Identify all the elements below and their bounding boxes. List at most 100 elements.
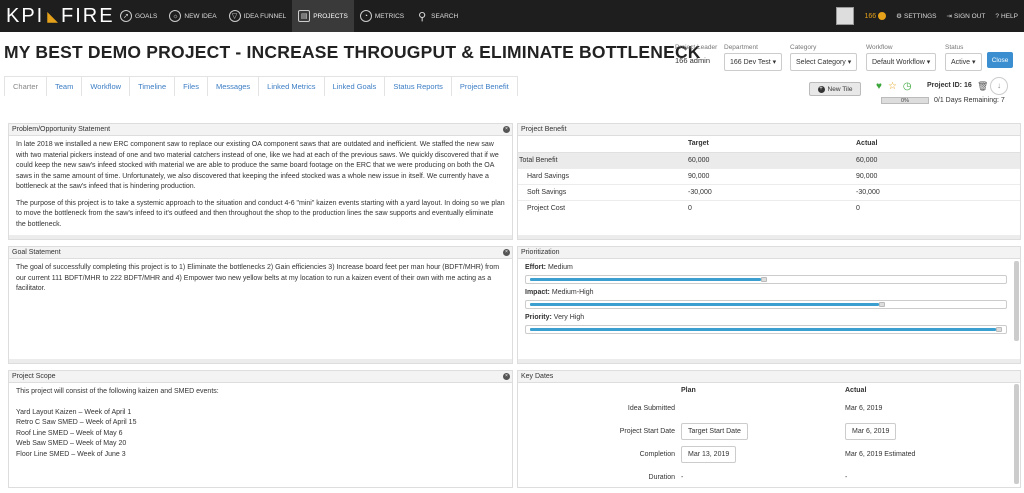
impact-value: Medium-High [551,289,594,296]
effort-label-wrap: Effort: Medium [525,264,1007,271]
goal-statement-body[interactable]: The goal of successfully completing this… [9,259,512,305]
tab-workflow[interactable]: Workflow [81,76,131,96]
nav-metrics[interactable]: ◔ Metrics [354,0,410,32]
close-icon[interactable]: × [503,126,510,133]
row-label: Idea Submitted [627,405,675,412]
list-item: Floor Line SMED – Week of June 3 [16,450,126,458]
prioritization-scrollbar[interactable] [1014,261,1019,341]
effort-label: Effort: [525,264,546,271]
table-row: Duration - - [518,466,1020,487]
impact-handle[interactable] [878,302,885,307]
settings-label: Settings [904,12,937,20]
star-icon[interactable]: ☆ [888,81,897,92]
nav-projects[interactable]: ▤ Projects [292,0,354,32]
project-id: Project ID: 16 [927,82,972,89]
page-title: MY BEST DEMO PROJECT - INCREASE THROUGPU… [4,42,701,62]
kpifire-logo[interactable]: KPI ◣ FIRE [6,0,114,32]
completion-date-input[interactable]: Mar 13, 2019 [681,446,737,463]
funnel-icon: ▽ [228,10,241,22]
nav-new-idea[interactable]: ☼ New Idea [163,0,222,32]
effort-handle[interactable] [761,277,767,282]
tab-team[interactable]: Team [46,76,83,96]
clock-icon[interactable]: ◷ [903,81,912,92]
help-link[interactable]: ? Help [995,13,1018,20]
trash-icon[interactable]: 🗑 [977,81,988,92]
department-label: Department [724,44,758,51]
close-icon[interactable]: × [503,373,510,380]
help-label: Help [1001,12,1018,20]
avatar[interactable] [836,7,855,25]
table-row: Soft Savings -30,000 -30,000 [518,184,1020,201]
table-row: Project Start Date Target Start Date Mar… [518,420,1020,443]
workflow-dropdown[interactable]: Default Workflow ▾ [866,53,937,71]
category-dropdown[interactable]: Select Category ▾ [790,53,858,71]
category-label: Category [790,44,817,51]
key-dates-table: Plan Actual Idea Submitted Mar 6, 2019 P… [518,383,1020,487]
row-label: Duration [648,474,675,481]
tab-linked-metrics[interactable]: Linked Metrics [258,76,325,96]
tab-timeline[interactable]: Timeline [129,76,176,96]
priority-slider[interactable] [525,325,1007,334]
department-dropdown[interactable]: 166 Dev Test ▾ [724,53,783,71]
tab-messages[interactable]: Messages [206,76,260,96]
project-leader-label: Project Leader [675,44,718,51]
problem-statement-body[interactable]: In late 2018 we installed a new ERC comp… [9,136,512,239]
tab-files[interactable]: Files [174,76,208,96]
panel-footer [518,235,1020,239]
priority-handle[interactable] [996,327,1002,332]
problem-statement-title: Problem/Opportunity Statement [12,126,111,133]
list-item: Web Saw SMED – Week of May 20 [16,440,127,447]
col-actual: Actual [856,136,1020,153]
row-actual: - [845,474,848,481]
new-tile-button[interactable]: + New Tile [809,82,861,96]
signout-icon: ⇥ [946,13,952,20]
tab-charter[interactable]: Charter [4,76,48,96]
problem-paragraph-2: The purpose of this project is to take a… [16,199,505,228]
goal-statement-panel: Goal Statement × The goal of successfull… [8,246,513,364]
tab-project-benefit[interactable]: Project Benefit [450,76,518,96]
prioritization-header: Prioritization [518,247,1020,259]
download-icon[interactable]: ↓ [990,77,1008,95]
nav-search-label: Search [431,12,459,20]
effort-row: Effort: Medium [518,259,1014,284]
problem-paragraph-1: In late 2018 we installed a new ERC comp… [16,141,499,190]
close-button[interactable]: Close [987,52,1013,68]
points-badge[interactable]: 166 [864,12,887,20]
effort-slider[interactable] [525,275,1007,284]
nav-idea-funnel[interactable]: ▽ Idea Funnel [223,0,293,32]
impact-slider[interactable] [525,300,1007,309]
impact-label: Impact: [525,289,550,296]
department-field: Department 166 Dev Test ▾ [724,44,783,71]
help-icon: ? [995,12,1000,20]
tab-status-reports[interactable]: Status Reports [384,76,452,96]
tab-linked-goals[interactable]: Linked Goals [323,76,386,96]
nav-new-idea-label: New Idea [184,12,217,20]
compass-icon: ➚ [120,10,132,22]
row-plan: - [681,474,684,481]
row-target: 60,000 [688,152,856,169]
heart-icon[interactable]: ♥ [876,81,882,92]
row-target: -30,000 [688,184,856,201]
panel-footer [9,235,512,239]
signout-link[interactable]: ⇥ Sign Out [946,12,986,21]
settings-link[interactable]: ⚙ Settings [896,12,937,21]
actual-start-date-input[interactable]: Mar 6, 2019 [845,423,897,440]
nav-goals[interactable]: ➚ Goals [114,0,163,32]
workflow-field: Workflow Default Workflow ▾ [866,44,937,71]
row-label: Completion [639,451,675,458]
close-icon[interactable]: × [503,249,510,256]
row-actual: 0 [856,204,860,212]
row-label: Project Start Date [619,428,675,435]
project-scope-body[interactable]: This project will consist of the followi… [9,383,512,464]
lightbulb-icon: ☼ [169,10,182,22]
effort-fill [530,278,761,281]
search-icon: ⚲ [418,10,427,23]
status-dropdown[interactable]: Active ▾ [945,53,982,71]
goal-statement-header: Goal Statement × [9,247,512,259]
key-dates-scrollbar[interactable] [1014,384,1019,484]
project-leader-field: Project Leader 166 admin [675,44,717,65]
nav-search[interactable]: ⚲ Search [410,0,464,32]
new-tile-label: New Tile [827,85,853,93]
project-benefit-panel: Project Benefit Target Actual Total Bene… [517,123,1021,240]
target-start-date-input[interactable]: Target Start Date [681,423,748,440]
